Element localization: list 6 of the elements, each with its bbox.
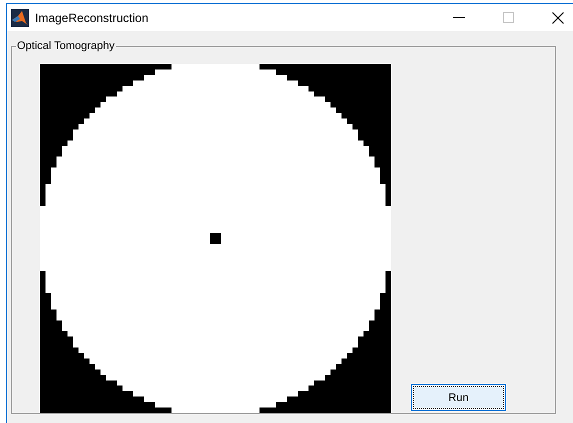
window-title: ImageReconstruction [35, 10, 150, 24]
minimize-icon[interactable] [453, 16, 465, 18]
close-icon[interactable] [552, 12, 564, 24]
run-button[interactable]: Run [411, 384, 506, 411]
panel-title: Optical Tomography [16, 39, 116, 53]
app-icon [11, 8, 29, 26]
